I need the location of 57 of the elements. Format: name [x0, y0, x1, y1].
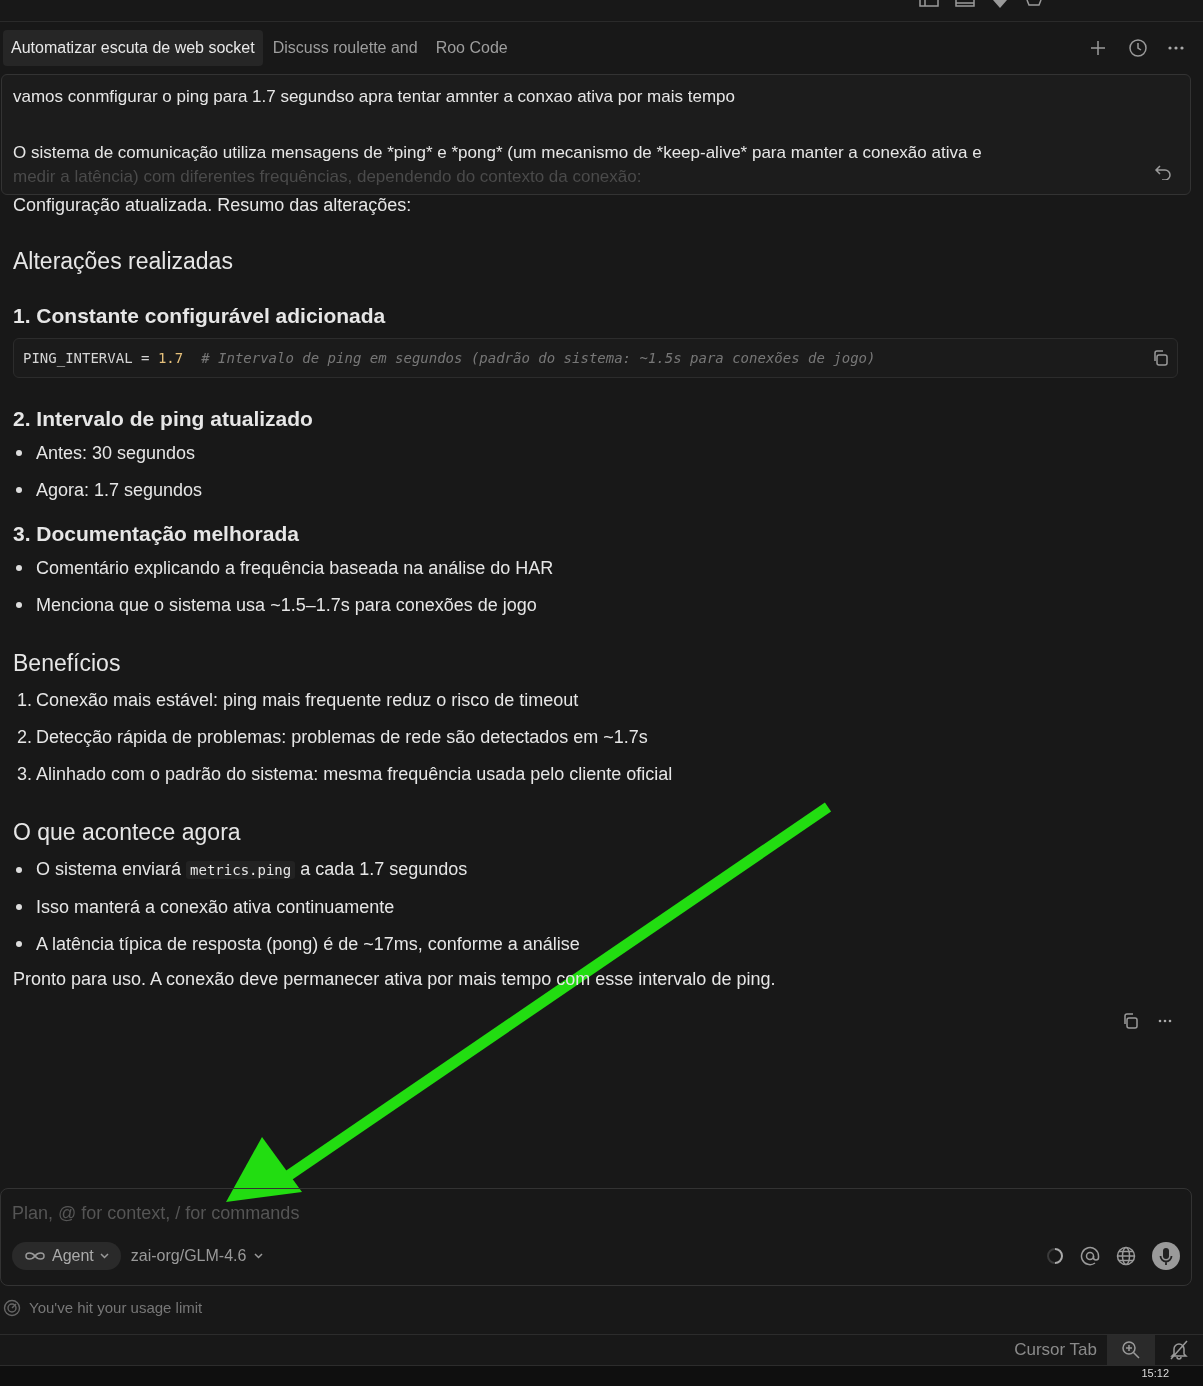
list-text: Comentário explicando a frequência baseada na análise do HAR [36, 557, 554, 580]
message-text: vamos conmfigurar o ping para 1.7 segundso apra tentar amnter a conxao ativa por mais tempo [13, 86, 736, 108]
chevron-down-icon [99, 1253, 109, 1259]
infinity-icon [24, 1251, 46, 1261]
message-text: O sistema de comunicação utiliza mensagens de *ping* e *pong* (um mecanismo de *keep-alive* para manter a conexão ativa e [13, 142, 983, 164]
mode-selector[interactable]: Agent [12, 1242, 121, 1270]
list-text: Agora: 1.7 segundos [36, 479, 203, 502]
message-input[interactable]: Plan, @ for context, / for commands [12, 1201, 332, 1225]
clock-time: 15:12 [1141, 1366, 1169, 1380]
panel-icon[interactable] [919, 0, 939, 8]
undo-icon[interactable] [1154, 164, 1172, 180]
list-text: O sistema enviará metrics.ping a cada 1.7 segundos [36, 858, 468, 881]
subsection-heading: 2. Intervalo de ping atualizado [13, 406, 314, 432]
spinner-icon[interactable] [1046, 1247, 1064, 1265]
paragraph: Configuração atualizada. Resumo das alterações: [13, 194, 413, 217]
model-selector[interactable]: zai-org/GLM-4.6 [130, 1244, 264, 1268]
list-number: 3. [16, 763, 33, 786]
bullet-icon [16, 941, 22, 947]
chat-tab[interactable]: Roo Code [427, 30, 516, 66]
microphone-icon[interactable] [1152, 1242, 1180, 1270]
more-icon[interactable] [1168, 46, 1184, 50]
bullet-icon [16, 904, 22, 910]
section-heading: Alterações realizadas [13, 247, 234, 276]
zoom-in-icon [1121, 1340, 1141, 1360]
bullet-icon [16, 565, 22, 571]
globe-icon[interactable] [1116, 1246, 1136, 1266]
subsection-heading: 1. Constante configurável adicionada [13, 303, 387, 329]
list-text: Antes: 30 segundos [36, 442, 196, 465]
list-number: 2. [16, 726, 33, 749]
history-icon[interactable] [1128, 38, 1148, 58]
list-text: Menciona que o sistema usa ~1.5–1.7s para conexões de jogo [36, 594, 537, 617]
section-heading: Benefícios [13, 649, 122, 678]
subsection-heading: 3. Documentação melhorada [13, 521, 300, 547]
list-text: Conexão mais estável: ping mais frequente reduz o risco de timeout [36, 689, 579, 712]
plus-icon[interactable] [1090, 40, 1106, 56]
bullet-icon [16, 602, 22, 608]
bullet-icon [16, 866, 22, 873]
section-heading: O que acontece agora [13, 818, 242, 847]
chat-tab[interactable]: Discuss roulette and [264, 30, 426, 66]
code-line: PING_INTERVAL = 1.7 # Intervalo de ping em segundos (padrão do sistema: ~1.5s para conexões de jogo) [23, 348, 877, 369]
copy-icon[interactable] [1122, 1013, 1138, 1029]
at-icon[interactable] [1080, 1246, 1100, 1266]
chevron-down-icon [254, 1253, 264, 1259]
status-item[interactable]: Cursor Tab [1004, 1335, 1107, 1365]
list-text: A latência típica de resposta (pong) é de ~17ms, conforme a análise [36, 933, 580, 956]
copy-icon[interactable] [1152, 350, 1168, 366]
list-text: Detecção rápida de problemas: problemas de rede são detectados em ~1.7s [36, 726, 648, 749]
chat-tab[interactable]: Automatizar escuta de web socket [3, 30, 263, 66]
bullet-icon [16, 450, 22, 456]
gauge-icon[interactable] [3, 1299, 21, 1317]
panel-icon[interactable] [955, 0, 975, 8]
zoom-button[interactable] [1107, 1335, 1155, 1365]
list-text: Isso manterá a conexão ativa continuamente [36, 896, 395, 919]
bullet-icon [16, 487, 22, 493]
list-text: Alinhado com o padrão do sistema: mesma frequência usada pelo cliente oficial [36, 763, 673, 786]
list-number: 1. [16, 689, 33, 712]
usage-notice: You've hit your usage limit [29, 1297, 203, 1318]
